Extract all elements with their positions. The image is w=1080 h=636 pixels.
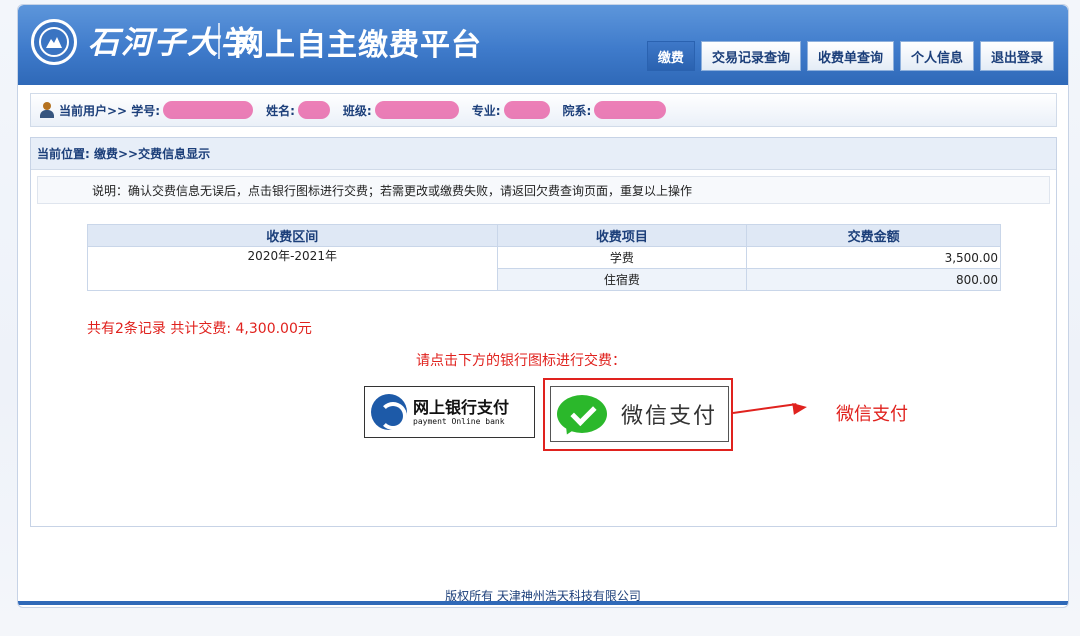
instruction-note: 说明：确认交费信息无误后，点击银行图标进行交费；若需更改或缴费失败，请返回欠费查… [37,176,1050,204]
nav-logout[interactable]: 退出登录 [979,41,1054,71]
amount-cell: 3,500.00 [746,246,1001,269]
redacted-dept [594,101,667,119]
main-nav: 缴费 交易记录查询 收费单查询 个人信息 退出登录 [646,41,1054,71]
university-name: 石河子大学 [88,25,253,61]
redacted-major [503,101,550,119]
platform-title: 网上自主缴费平台 [234,28,482,63]
name-label: 姓名: [266,103,295,118]
payment-prompt: 请点击下方的银行图标进行交费： [416,353,626,369]
major-label: 专业: [471,103,501,118]
col-amount-header: 交费金额 [746,224,1001,247]
period-cell: 2020年-2021年 [87,246,498,291]
annotation-label: 微信支付 [836,404,908,425]
col-item-header: 收费项目 [496,224,748,247]
nav-personal-info[interactable]: 个人信息 [899,41,974,71]
redacted-student-id [163,101,254,119]
total-summary: 共有2条记录 共计交费: 4,300.00元 [87,321,312,337]
wechat-button-label: 微信支付 [621,404,718,429]
breadcrumb: 当前位置: 缴费>>交费信息显示 [31,138,1056,170]
item-cell: 住宿费 [496,268,748,291]
wechat-check-icon [557,395,607,433]
current-user-label: 当前用户>> 学号: [59,103,161,118]
wechat-pay-highlight[interactable]: 微信支付 [543,378,733,451]
redacted-class [374,101,459,119]
mountain-icon [46,37,62,48]
bank-button-label: 网上银行支付 [413,397,510,417]
bank-button-sublabel: payment Online bank [413,416,505,426]
nav-transaction-history[interactable]: 交易记录查询 [700,41,801,71]
fee-table: 收费区间 收费项目 交费金额 2020年-2021年 学费 3,500.00 住… [87,224,1001,291]
seal-inner-icon [39,27,69,57]
bank-logo-icon [371,394,407,430]
wechat-pay-button[interactable]: 微信支付 [550,386,729,442]
nav-pay[interactable]: 缴费 [646,41,695,71]
class-label: 班级: [342,103,372,118]
online-bank-pay-button[interactable]: 网上银行支付 payment Online bank [364,386,535,438]
item-cell: 学费 [496,246,748,269]
amount-cell: 800.00 [746,268,1001,291]
redacted-name [297,101,330,119]
university-seal-icon [31,19,77,65]
title-divider [218,23,220,59]
main-content: 当前位置: 缴费>>交费信息显示 说明：确认交费信息无误后，点击银行图标进行交费… [30,137,1057,527]
dept-label: 院系: [562,103,592,118]
header: 石河子大学 网上自主缴费平台 缴费 交易记录查询 收费单查询 个人信息 退出登录 [18,5,1068,85]
annotation-arrow-icon [792,401,808,415]
footer-bar [18,601,1068,605]
nav-bill-query[interactable]: 收费单查询 [806,41,894,71]
col-period-header: 收费区间 [87,224,498,247]
user-icon [39,102,55,118]
page-frame: 石河子大学 网上自主缴费平台 缴费 交易记录查询 收费单查询 个人信息 退出登录… [17,4,1069,608]
user-info-bar: 当前用户>> 学号: 姓名: 班级: 专业: 院系: [30,93,1057,127]
table-row: 2020年-2021年 学费 3,500.00 [87,246,1001,291]
annotation-arrow-line [732,403,797,414]
